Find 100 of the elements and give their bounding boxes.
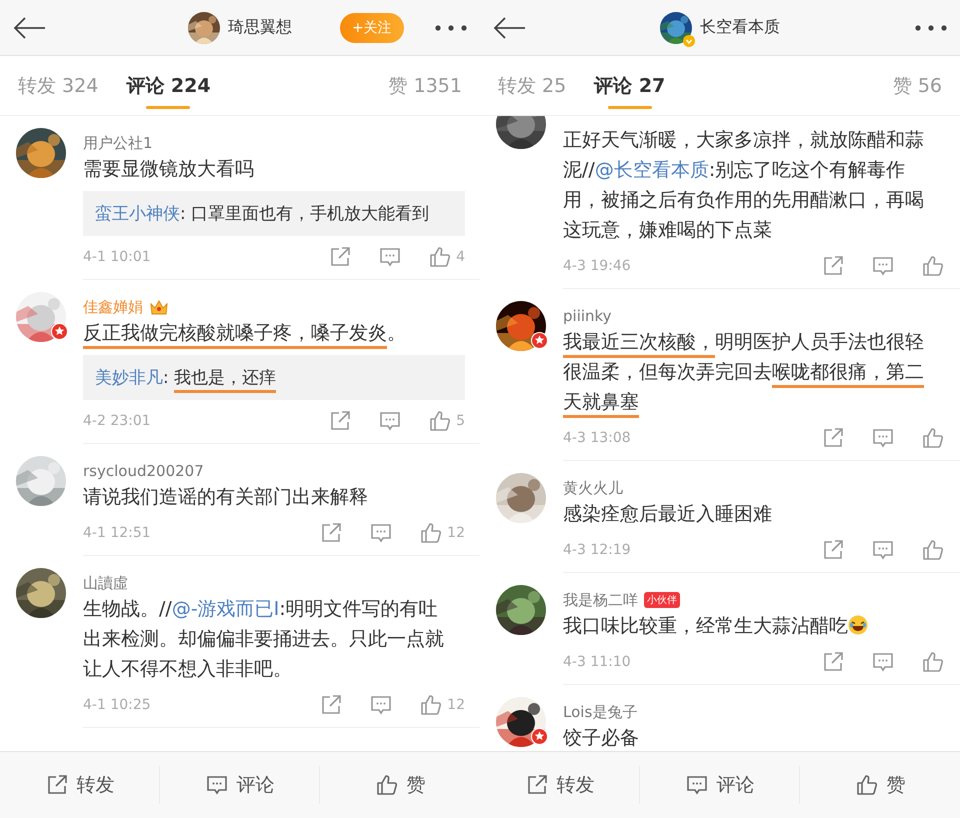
reply-author-link[interactable]: 蛮王小神侠	[95, 204, 180, 224]
share-button[interactable]	[821, 254, 845, 278]
share-icon	[328, 245, 352, 269]
comment-button[interactable]: 评论	[198, 766, 280, 804]
share-icon	[821, 254, 845, 278]
tab[interactable]: 赞 56	[892, 56, 942, 115]
comment-button[interactable]: 评论	[678, 766, 760, 804]
share-button[interactable]	[319, 521, 344, 545]
comment-icon	[204, 773, 228, 797]
share-button[interactable]	[319, 693, 344, 717]
tab[interactable]: 评论 224	[126, 56, 211, 115]
user-name[interactable]: 佳鑫婵娟	[83, 298, 143, 316]
comment-icon	[871, 538, 895, 562]
share-button[interactable]	[821, 426, 845, 450]
comment-time: 4-1 10:25	[83, 697, 151, 713]
thumbs-up-icon	[921, 254, 945, 278]
like-button[interactable]	[921, 650, 945, 674]
tab[interactable]: 转发 25	[498, 56, 566, 115]
comment-text: 我口味比较重，经常生大蒜沾醋吃	[563, 611, 945, 641]
user-name[interactable]: Lois是兔子	[563, 702, 638, 722]
comment-time: 4-2 23:01	[83, 413, 151, 429]
share-icon	[319, 521, 344, 545]
reply-button[interactable]	[369, 521, 394, 545]
reply-button[interactable]	[369, 693, 394, 717]
share-icon	[328, 409, 352, 433]
comment-icon	[369, 521, 394, 545]
comment-time: 4-3 13:08	[563, 430, 631, 446]
comment-icon	[871, 254, 895, 278]
reply-button[interactable]	[378, 409, 402, 433]
thumbs-up-icon	[428, 245, 452, 269]
like-button[interactable]	[921, 538, 945, 562]
comment-time: 4-1 10:01	[83, 249, 151, 265]
repost-button[interactable]: 转发	[518, 766, 600, 804]
account-name: 长空看本质	[700, 17, 780, 38]
comment-icon	[871, 426, 895, 450]
reply-author-link[interactable]: 美妙非凡	[95, 368, 163, 388]
thumbs-up-icon	[374, 773, 398, 797]
more-icon[interactable]	[914, 24, 948, 32]
reply-button[interactable]	[871, 254, 895, 278]
tab[interactable]: 评论 27	[594, 56, 666, 115]
thumbs-up-icon	[419, 521, 444, 545]
thumbs-up-icon	[428, 409, 452, 433]
thumbs-up-icon	[419, 693, 444, 717]
back-arrow-icon[interactable]	[12, 16, 46, 40]
comment-text: 生物战。//@-游戏而已I:明明文件写的有吐出来检测。却偏偏非要捅进去。只此一点就让人不得不想入非非吧。	[83, 597, 445, 682]
share-icon	[821, 650, 845, 674]
comment-text: 我最近三次核酸，明明医护人员手法也很轻很温柔，但每次弄完回去喉咙都很痛，第二天就鼻塞	[563, 327, 945, 417]
comment-icon	[684, 773, 708, 797]
reply-text: 蛮王小神侠: 口罩里面也有，手机放大能看到	[95, 203, 430, 225]
mention-link[interactable]: @长空看本质	[594, 159, 709, 181]
tab[interactable]: 转发 324	[18, 56, 98, 115]
reply-button[interactable]	[871, 538, 895, 562]
repost-button[interactable]: 转发	[38, 766, 120, 804]
user-name[interactable]: 我是杨二咩	[563, 590, 638, 610]
comment-text: 需要显微镜放大看吗	[83, 157, 255, 182]
comment-time: 4-1 12:51	[83, 525, 151, 541]
comment-icon	[369, 693, 394, 717]
thumbs-up-icon	[921, 426, 945, 450]
comment-time: 4-3 11:10	[563, 654, 631, 670]
comment-icon	[871, 650, 895, 674]
reply-button[interactable]	[871, 426, 895, 450]
share-button[interactable]	[821, 650, 845, 674]
user-name[interactable]: 用户公社1	[83, 134, 153, 152]
user-name[interactable]: piiinky	[563, 307, 612, 325]
like-button[interactable]	[921, 426, 945, 450]
like-button[interactable]: 4	[428, 245, 465, 269]
like-button[interactable]	[921, 254, 945, 278]
share-button[interactable]	[328, 409, 352, 433]
more-icon[interactable]	[434, 24, 468, 32]
user-name[interactable]: 山讀虛	[83, 574, 128, 592]
like-button[interactable]: 12	[419, 693, 465, 717]
share-button[interactable]	[328, 245, 352, 269]
thumbs-up-icon	[854, 773, 878, 797]
comment-icon	[378, 245, 402, 269]
comment-text: 反正我做完核酸就嗓子疼，嗓子发炎。	[83, 318, 465, 348]
user-name[interactable]: rsycloud200207	[83, 462, 204, 480]
share-icon	[821, 426, 845, 450]
comment-text: 感染痊愈后最近入睡困难	[563, 502, 773, 527]
thumbs-up-icon	[921, 538, 945, 562]
mention-link[interactable]: @-游戏而已I	[172, 598, 280, 620]
like-button[interactable]: 12	[419, 521, 465, 545]
back-arrow-icon[interactable]	[492, 16, 526, 40]
comment-icon	[378, 409, 402, 433]
tab[interactable]: 赞 1351	[388, 56, 462, 115]
user-tag: 小伙伴	[644, 592, 680, 608]
thumbs-up-icon	[921, 650, 945, 674]
like-button[interactable]: 赞	[368, 766, 432, 804]
reply-button[interactable]	[378, 245, 402, 269]
share-button[interactable]	[821, 538, 845, 562]
comment-text: 请说我们造谣的有关部门出来解释	[83, 485, 369, 510]
comment-time: 4-3 12:19	[563, 542, 631, 558]
account-name: 琦思翼想	[228, 17, 292, 38]
reply-button[interactable]	[871, 650, 895, 674]
laughing-emoji-icon	[848, 615, 868, 635]
like-button[interactable]: 5	[428, 409, 465, 433]
like-button[interactable]: 赞	[848, 766, 912, 804]
comment-text: 饺子必备	[563, 726, 640, 751]
share-icon	[821, 538, 845, 562]
user-name[interactable]: 黄火火儿	[563, 478, 623, 498]
comment-text: 正好天气渐暖，大家多凉拌，就放陈醋和蒜泥//@长空看本质:别忘了吃这个有解毒作用，被捅之后有负作用的先用醋漱口，再喝这玩意，嫌难喝的下点菜	[563, 128, 925, 243]
